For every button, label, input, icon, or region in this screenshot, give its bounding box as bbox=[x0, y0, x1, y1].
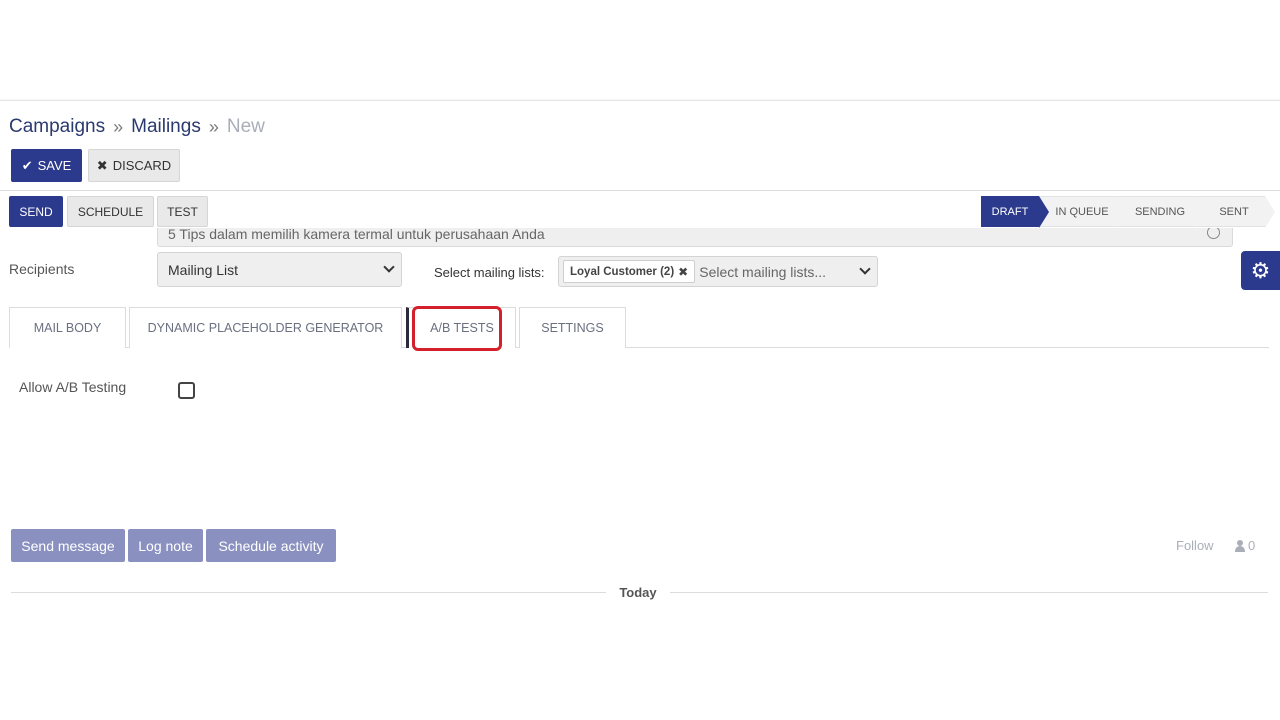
highlight-box bbox=[412, 306, 502, 351]
close-icon[interactable]: ✖ bbox=[678, 265, 688, 279]
stage-in-queue[interactable]: IN QUEUE bbox=[1039, 196, 1127, 228]
tab-mail-body[interactable]: MAIL BODY bbox=[9, 307, 126, 348]
allow-ab-testing-label: Allow A/B Testing bbox=[19, 379, 127, 395]
gear-icon: ⚙ bbox=[1250, 257, 1271, 283]
breadcrumb: Campaigns » Mailings » New bbox=[9, 116, 265, 138]
mailing-list-tag: Loyal Customer (2) ✖ bbox=[563, 260, 696, 283]
recipients-label: Recipients bbox=[9, 261, 75, 277]
breadcrumb-mailings[interactable]: Mailings bbox=[131, 116, 201, 138]
mailing-lists-label: Select mailing lists: bbox=[434, 265, 545, 280]
mailing-lists-placeholder: Select mailing lists... bbox=[699, 263, 827, 280]
mailing-lists-select[interactable]: Loyal Customer (2) ✖ Select mailing list… bbox=[558, 256, 878, 287]
stage-draft[interactable]: DRAFT bbox=[981, 196, 1049, 228]
divider bbox=[11, 592, 606, 593]
subject-field[interactable]: 5 Tips dalam memilih kamera termal untuk… bbox=[157, 228, 1233, 247]
close-icon: ✖ bbox=[96, 157, 108, 173]
stage-sending[interactable]: SENDING bbox=[1117, 196, 1205, 228]
tag-label: Loyal Customer (2) bbox=[570, 265, 675, 278]
followers-count: 0 bbox=[1248, 538, 1256, 553]
emoji-icon[interactable] bbox=[1207, 228, 1220, 239]
tab-settings[interactable]: SETTINGS bbox=[519, 307, 626, 348]
check-icon: ✔ bbox=[21, 157, 33, 173]
subject-value: 5 Tips dalam memilih kamera termal untuk… bbox=[168, 228, 545, 242]
stage-sent[interactable]: SENT bbox=[1195, 196, 1275, 228]
subject-row: 5 Tips dalam memilih kamera termal untuk… bbox=[0, 228, 1240, 247]
divider bbox=[0, 190, 1280, 191]
tab-dynamic-placeholder[interactable]: DYNAMIC PLACEHOLDER GENERATOR bbox=[129, 307, 402, 348]
breadcrumb-separator: » bbox=[208, 116, 219, 137]
chevron-down-icon bbox=[859, 263, 871, 275]
send-button[interactable]: SEND bbox=[9, 196, 63, 227]
date-separator: Today bbox=[619, 585, 657, 600]
recipients-value: Mailing List bbox=[168, 261, 239, 278]
save-label: SAVE bbox=[37, 158, 72, 173]
breadcrumb-separator: » bbox=[113, 116, 124, 137]
send-message-button[interactable]: Send message bbox=[11, 529, 125, 562]
form-view: Campaigns » Mailings » New ✔ SAVE ✖ DISC… bbox=[0, 100, 1280, 622]
follow-button[interactable]: Follow bbox=[1176, 538, 1214, 553]
test-button[interactable]: TEST bbox=[157, 196, 208, 227]
divider bbox=[670, 592, 1268, 593]
breadcrumb-current: New bbox=[226, 116, 265, 137]
followers-button[interactable]: 0 bbox=[1235, 538, 1255, 553]
schedule-activity-button[interactable]: Schedule activity bbox=[206, 529, 336, 562]
allow-ab-testing-checkbox[interactable] bbox=[178, 382, 195, 399]
discard-label: DISCARD bbox=[112, 158, 172, 173]
log-note-button[interactable]: Log note bbox=[128, 529, 203, 562]
breadcrumb-campaigns[interactable]: Campaigns bbox=[9, 116, 105, 138]
discard-button[interactable]: ✖ DISCARD bbox=[88, 149, 180, 182]
save-button[interactable]: ✔ SAVE bbox=[11, 149, 82, 182]
schedule-button[interactable]: SCHEDULE bbox=[67, 196, 154, 227]
chevron-down-icon bbox=[383, 261, 395, 273]
status-pipeline: DRAFT IN QUEUE SENDING SENT bbox=[981, 196, 1275, 228]
user-icon bbox=[1235, 539, 1245, 552]
settings-button[interactable]: ⚙ bbox=[1241, 251, 1280, 290]
recipients-select[interactable]: Mailing List bbox=[157, 252, 402, 287]
